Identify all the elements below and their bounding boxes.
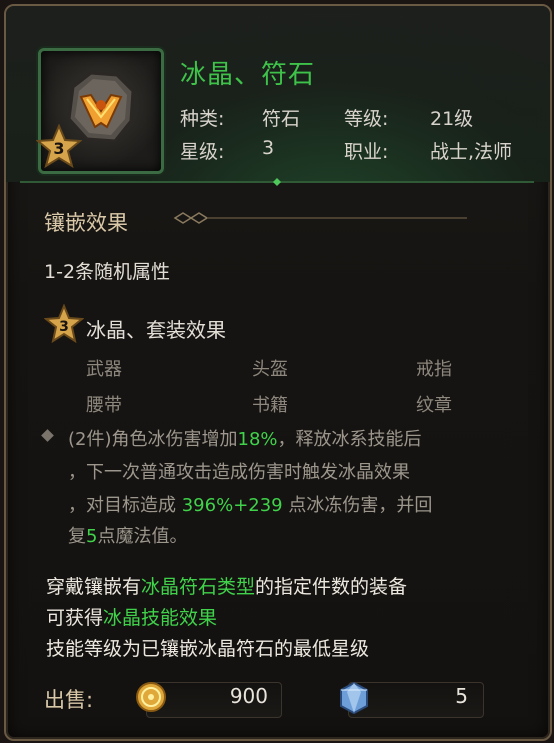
inlay-section-title: 镶嵌效果 (44, 211, 128, 235)
set-slot-ring: 戒指 (416, 359, 452, 380)
random-attr-text: 1-2条随机属性 (44, 261, 171, 283)
set-slot-book: 书籍 (252, 395, 288, 416)
star-value: 3 (262, 137, 275, 159)
level-label: 等级: (344, 108, 389, 130)
star-label: 星级: (180, 141, 225, 163)
note-line-2: 可获得冰晶技能效果 (46, 607, 218, 629)
set-bonus-line-3: ，对目标造成 396%+239 点冰冻伤害，并回 (68, 495, 433, 516)
type-value: 符石 (262, 108, 301, 130)
gold-coin-icon (136, 682, 166, 712)
set-bonus-line-1: (2件)角色冰伤害增加18%，释放冰系技能后 (68, 429, 422, 450)
star-badge-number: 3 (53, 139, 64, 158)
set-slot-helmet: 头盔 (252, 359, 288, 380)
bonus-bullet-icon (41, 429, 54, 442)
class-value: 战士,法师 (430, 141, 513, 163)
blue-diamond-icon (340, 681, 368, 715)
set-slot-belt: 腰带 (86, 395, 122, 416)
gem-price: 5 (455, 684, 468, 708)
set-star-number: 3 (59, 319, 69, 335)
item-name: 冰晶、符石 (180, 60, 316, 90)
gold-price: 900 (229, 684, 268, 708)
title-ornament (173, 212, 467, 224)
item-tooltip-panel: 3 冰晶、符石 种类: 符石 等级: 21级 星级: 3 职业: 战士,法师 镶… (4, 4, 552, 741)
note-line-1: 穿戴镶嵌有冰晶符石类型的指定件数的装备 (46, 576, 408, 598)
type-label: 种类: (180, 108, 225, 130)
tooltip-header: 3 冰晶、符石 种类: 符石 等级: 21级 星级: 3 职业: 战士,法师 (6, 6, 550, 182)
sell-label: 出售: (44, 688, 94, 712)
set-star-badge-icon: 3 (44, 304, 84, 344)
set-slot-emblem: 纹章 (416, 395, 452, 416)
set-effect-title: 冰晶、套装效果 (86, 318, 226, 342)
header-divider (20, 178, 534, 186)
set-bonus-line-2: ，下一次普通攻击造成伤害时触发冰晶效果 (68, 462, 410, 483)
class-label: 职业: (344, 141, 389, 163)
level-value: 21级 (430, 108, 474, 130)
set-bonus-line-4: 复5点魔法值。 (68, 526, 188, 547)
note-line-3: 技能等级为已镶嵌冰晶符石的最低星级 (46, 638, 370, 660)
star-level-badge-icon: 3 (36, 124, 82, 169)
set-slot-weapon: 武器 (86, 359, 122, 380)
